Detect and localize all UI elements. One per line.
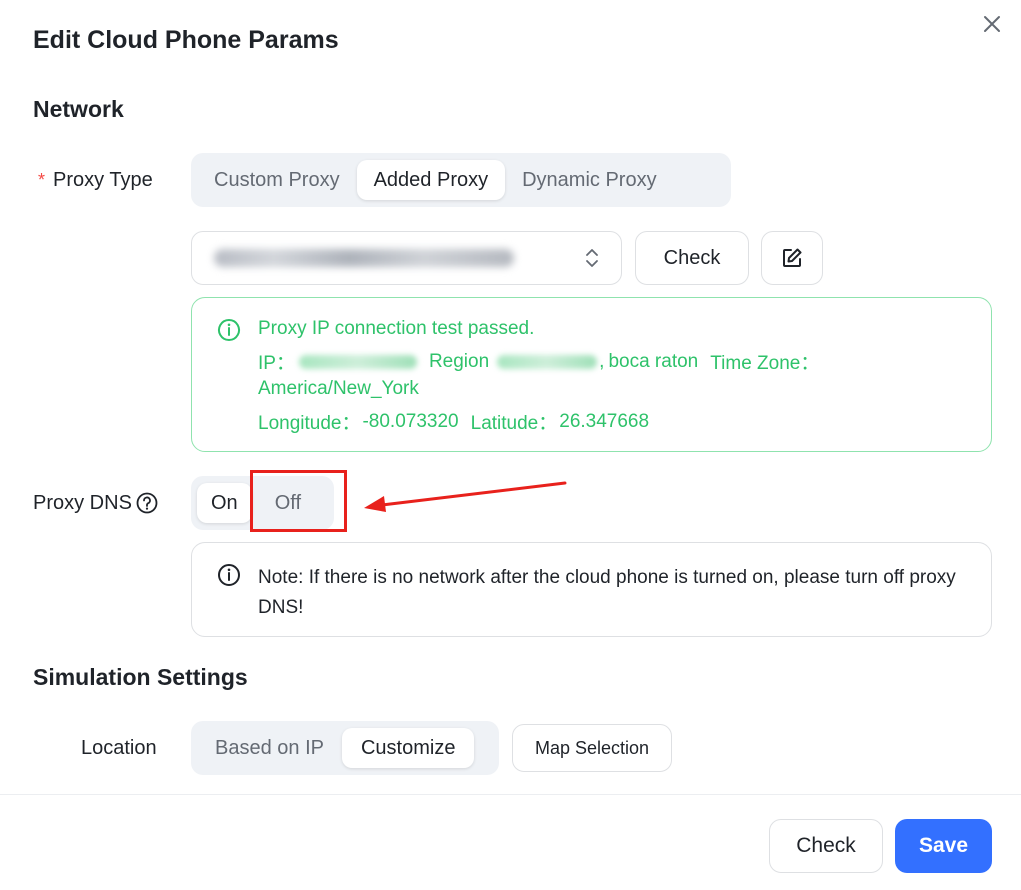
longitude-label: Longitude： [258, 413, 361, 434]
proxy-value-obscured [214, 249, 514, 267]
proxy-select[interactable] [191, 231, 622, 285]
ip-label: IP： [258, 353, 295, 374]
tab-added-proxy[interactable]: Added Proxy [356, 160, 506, 200]
region-label: Region [428, 350, 490, 372]
dialog-title: Edit Cloud Phone Params [33, 26, 339, 54]
proxy-dns-note: Note: If there is no network after the c… [191, 542, 992, 637]
timezone-label: Time Zone： [710, 353, 820, 374]
latitude-value: 26.347668 [559, 410, 650, 432]
coordinates-line: Longitude： -80.073320 Latitude： 26.34766… [258, 408, 649, 435]
longitude-value: -80.073320 [362, 410, 459, 432]
timezone-value: America/New_York [258, 378, 419, 399]
note-text: Note: If there is no network after the c… [258, 567, 956, 618]
close-button[interactable] [980, 12, 1004, 36]
proxy-test-result: Proxy IP connection test passed. IP： Reg… [191, 297, 992, 452]
proxy-type-label: * Proxy Type [38, 167, 153, 193]
ip-value-obscured [298, 354, 417, 369]
proxy-dns-on[interactable]: On [197, 483, 252, 523]
annotation-arrow-icon [364, 481, 567, 512]
region-value-obscured [497, 354, 598, 369]
ip-region-line: IP： Region , boca raton Time Zone： [258, 348, 819, 375]
required-mark: * [38, 169, 46, 190]
proxy-type-label-text: Proxy Type [53, 168, 153, 191]
info-icon [218, 319, 240, 341]
tab-dynamic-proxy[interactable]: Dynamic Proxy [505, 160, 673, 200]
network-section-title: Network [33, 96, 124, 122]
simulation-section-title: Simulation Settings [33, 664, 248, 690]
chevron-updown-icon [586, 249, 598, 267]
location-segmented: Based on IP Customize [191, 721, 499, 775]
location-label: Location [81, 736, 157, 759]
tab-custom-proxy[interactable]: Custom Proxy [197, 160, 357, 200]
tab-customize[interactable]: Customize [341, 728, 475, 768]
close-icon [984, 16, 1000, 32]
latitude-label: Latitude： [470, 413, 558, 434]
region-city: boca raton [608, 350, 699, 372]
footer-divider [0, 794, 1021, 795]
tab-based-on-ip[interactable]: Based on IP [197, 728, 342, 768]
annotation-highlight-box [250, 470, 347, 532]
save-button[interactable]: Save [895, 819, 992, 873]
proxy-dns-label: Proxy DNS [33, 490, 158, 516]
proxy-check-button[interactable]: Check [635, 231, 749, 285]
region-separator: , [599, 350, 605, 372]
test-passed-text: Proxy IP connection test passed. [258, 318, 535, 339]
proxy-dns-label-text: Proxy DNS [33, 491, 132, 514]
help-icon[interactable] [136, 492, 158, 514]
edit-icon [783, 248, 802, 267]
edit-proxy-button[interactable] [761, 231, 823, 285]
proxy-type-segmented: Custom Proxy Added Proxy Dynamic Proxy [191, 153, 731, 207]
footer-check-button[interactable]: Check [769, 819, 883, 873]
map-selection-button[interactable]: Map Selection [512, 724, 672, 772]
info-icon [218, 564, 240, 586]
